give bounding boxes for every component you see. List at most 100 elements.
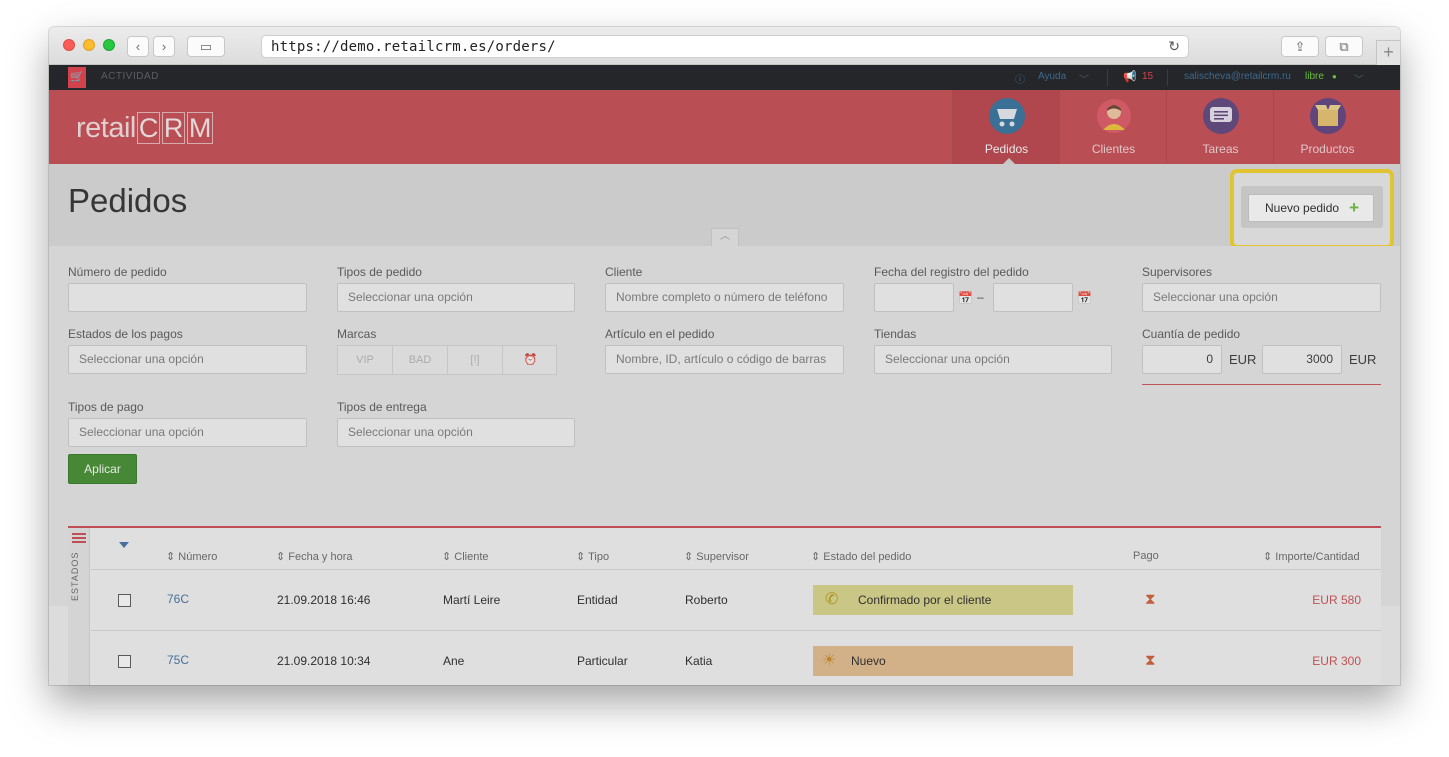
reload-icon[interactable]: ↻: [1168, 38, 1180, 55]
back-button[interactable]: ‹: [127, 36, 149, 57]
new-tab-button[interactable]: +: [1376, 40, 1400, 65]
column-header-type[interactable]: ⇕ Tipo: [576, 550, 609, 563]
page-header: Pedidos ︿ Nuevo pedido +: [49, 164, 1400, 249]
calendar-icon[interactable]: 📅: [958, 291, 973, 305]
notifications-count[interactable]: 15: [1142, 71, 1153, 82]
user-menu-chevron-icon[interactable]: ﹀: [1354, 71, 1364, 86]
amount-max-input[interactable]: 3000: [1262, 345, 1342, 374]
column-header-status[interactable]: ⇕ Estado del pedido: [811, 550, 911, 563]
menu-icon[interactable]: [72, 533, 86, 535]
cart-icon[interactable]: 🛒: [68, 67, 86, 88]
page-title: Pedidos: [68, 182, 188, 219]
payment-types-select[interactable]: Seleccionar una opción: [68, 418, 307, 447]
mark-bad-toggle[interactable]: BAD: [393, 346, 448, 374]
filter-label: Tipos de entrega: [337, 400, 427, 414]
forward-button[interactable]: ›: [153, 36, 175, 57]
order-client: Martí Leire: [443, 593, 501, 607]
main-header: retail C R M Pedidos Clientes Tareas Pro…: [49, 90, 1400, 164]
new-order-button[interactable]: Nuevo pedido +: [1248, 194, 1374, 222]
mark-alarm-toggle[interactable]: ⏰: [503, 346, 558, 374]
order-number-link[interactable]: 76C: [167, 592, 189, 606]
filter-label: Tiendas: [874, 327, 917, 341]
stores-select[interactable]: Seleccionar una opción: [874, 345, 1112, 374]
status-badge[interactable]: ☀ Nuevo: [813, 646, 1073, 676]
header-label: Número: [178, 551, 218, 563]
new-order-wrapper: Nuevo pedido +: [1241, 186, 1383, 228]
nav-item-tareas[interactable]: Tareas: [1166, 90, 1273, 164]
divider: [1167, 69, 1168, 86]
mark-alert-toggle[interactable]: [!]: [448, 346, 503, 374]
orders-table: ESTADOS ⇕ Número ⇕ Fecha y hora ⇕ Client…: [68, 526, 1381, 685]
chevron-down-icon[interactable]: ﹀: [1079, 71, 1089, 86]
header-label: Fecha y hora: [288, 551, 353, 563]
minimize-window-button[interactable]: [83, 39, 95, 51]
order-number-input[interactable]: [68, 283, 307, 312]
filter-label: Marcas: [337, 327, 377, 341]
megaphone-icon[interactable]: 📢: [1123, 70, 1137, 83]
help-icon[interactable]: ⓘ: [1015, 71, 1025, 86]
nav-label: Tareas: [1202, 142, 1239, 156]
retailcrm-logo[interactable]: retail C R M: [76, 112, 214, 145]
nav-item-pedidos[interactable]: Pedidos: [952, 90, 1059, 164]
column-header-supervisor[interactable]: ⇕ Supervisor: [684, 550, 749, 563]
collapse-filters-button[interactable]: ︿: [711, 228, 739, 246]
sidebar-toggle-button[interactable]: ▭: [187, 36, 225, 57]
user-email[interactable]: salischeva@retailcrm.ru: [1184, 71, 1291, 82]
table-row[interactable]: 76C 21.09.2018 16:46 Martí Leire Entidad…: [91, 569, 1381, 630]
box-icon: [1310, 98, 1346, 134]
nav-item-productos[interactable]: Productos: [1273, 90, 1380, 164]
chevron-right-icon: ›: [161, 39, 167, 54]
plus-icon: +: [1349, 198, 1359, 217]
order-number-link[interactable]: 75C: [167, 653, 189, 667]
nav-item-clientes[interactable]: Clientes: [1059, 90, 1166, 164]
column-header-datetime[interactable]: ⇕ Fecha y hora: [276, 550, 352, 563]
filter-label: Tipos de pedido: [337, 265, 422, 279]
calendar-icon[interactable]: 📅: [1077, 291, 1092, 305]
close-window-button[interactable]: [63, 39, 75, 51]
amount-min-input[interactable]: 0: [1142, 345, 1222, 374]
column-header-amount[interactable]: ⇕ Importe/Cantidad: [1263, 550, 1360, 563]
tabs-button[interactable]: ⧉: [1325, 36, 1363, 57]
order-supervisor: Roberto: [685, 593, 728, 607]
row-checkbox[interactable]: [118, 594, 131, 607]
table-row[interactable]: 75C 21.09.2018 10:34 Ane Particular Kati…: [91, 630, 1381, 685]
row-checkbox[interactable]: [118, 655, 131, 668]
nav-label: Clientes: [1091, 142, 1136, 156]
hourglass-icon: ⧗: [1145, 652, 1156, 669]
column-header-client[interactable]: ⇕ Cliente: [442, 550, 489, 563]
statuses-label: ESTADOS: [70, 551, 80, 601]
filter-label: Número de pedido: [68, 265, 167, 279]
status-badge[interactable]: ✆ Confirmado por el cliente: [813, 585, 1073, 615]
filter-label: Cliente: [605, 265, 643, 279]
share-button[interactable]: ⇪: [1281, 36, 1319, 57]
url-text: https://demo.retailcrm.es/orders/: [271, 39, 556, 55]
address-bar[interactable]: https://demo.retailcrm.es/orders/ ↻: [261, 35, 1189, 58]
zoom-window-button[interactable]: [103, 39, 115, 51]
select-dropdown-icon[interactable]: [119, 542, 129, 548]
phone-icon: ✆: [825, 591, 839, 608]
column-header-payment: Pago: [1133, 550, 1159, 562]
browser-window: ‹ › ▭ https://demo.retailcrm.es/orders/ …: [49, 27, 1400, 685]
activity-link[interactable]: ACTIVIDAD: [101, 71, 159, 82]
client-input[interactable]: Nombre completo o número de teléfono: [605, 283, 844, 312]
date-from-input[interactable]: [874, 283, 954, 312]
order-datetime: 21.09.2018 16:46: [277, 593, 371, 607]
supervisors-select[interactable]: Seleccionar una opción: [1142, 283, 1381, 312]
apply-button[interactable]: Aplicar: [68, 454, 137, 484]
column-header-number[interactable]: ⇕ Número: [166, 550, 217, 563]
mark-vip-toggle[interactable]: VIP: [338, 346, 393, 374]
date-to-input[interactable]: [993, 283, 1073, 312]
article-input[interactable]: Nombre, ID, artículo o código de barras: [605, 345, 844, 374]
marks-group: VIP BAD [!] ⏰: [337, 345, 557, 375]
delivery-types-select[interactable]: Seleccionar una opción: [337, 418, 575, 447]
help-link[interactable]: Ayuda: [1038, 71, 1066, 82]
payment-statuses-select[interactable]: Seleccionar una opción: [68, 345, 307, 374]
chevron-left-icon: ‹: [135, 39, 141, 54]
person-icon: [1096, 98, 1132, 134]
statuses-sidebar[interactable]: ESTADOS: [68, 528, 90, 685]
filter-label: Cuantía de pedido: [1142, 327, 1241, 341]
top-bar: 🛒 ACTIVIDAD ⓘ Ayuda ﹀ 📢 15 salischeva@re…: [49, 65, 1400, 90]
order-types-select[interactable]: Seleccionar una opción: [337, 283, 575, 312]
currency-label: EUR: [1229, 352, 1257, 367]
nav-label: Productos: [1300, 142, 1355, 156]
